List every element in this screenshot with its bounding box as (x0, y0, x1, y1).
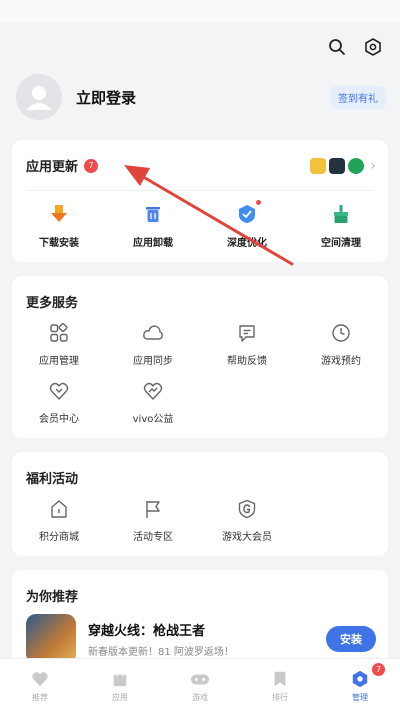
heart-icon (30, 669, 50, 689)
service-label: 会员中心 (39, 414, 79, 425)
service-label: 游戏预约 (321, 356, 361, 367)
welfare-title: 福利活动 (26, 472, 79, 487)
app-sync-button[interactable]: 应用同步 (106, 322, 200, 380)
welfare-grid: 积分商城 活动专区 游戏大会员 (12, 498, 388, 556)
welfare-label: 积分商城 (39, 532, 79, 543)
avatar[interactable] (16, 74, 62, 120)
game-app-icon (26, 614, 76, 664)
optimize-icon (235, 200, 261, 226)
pending-app-icons (310, 157, 365, 174)
charity-heart-icon (142, 380, 164, 402)
more-services-grid: 应用管理 应用同步 帮助反馈 游戏预约 会员中心 vivo公益 (12, 322, 388, 438)
vip-heart-icon (48, 380, 70, 402)
notification-dot (256, 200, 261, 205)
bottom-tab-bar: 推荐 应用 游戏 排行 管理 7 (0, 658, 400, 712)
quick-actions: 下载安装 应用卸载 深度优化 空间清理 (12, 200, 388, 249)
activity-zone-button[interactable]: 活动专区 (106, 498, 200, 556)
flag-icon (142, 498, 164, 520)
tab-manage[interactable]: 管理 7 (320, 659, 400, 712)
quick-action-label: 下载安装 (39, 238, 79, 249)
tab-games[interactable]: 游戏 (160, 659, 240, 712)
apps-grid-icon (48, 322, 70, 344)
app-management-button[interactable]: 应用管理 (12, 322, 106, 380)
chevron-right-icon: › (370, 157, 376, 174)
manage-icon (350, 669, 370, 689)
app-updates-title: 应用更新 (26, 160, 79, 175)
points-mall-button[interactable]: 积分商城 (12, 498, 106, 556)
download-icon (47, 202, 71, 226)
quick-action-label: 应用卸载 (133, 238, 173, 249)
feedback-icon (236, 322, 258, 344)
game-shield-icon (236, 498, 258, 520)
quick-action-label: 深度优化 (227, 238, 267, 249)
game-info: 穿越火线：枪战王者 新春版本更新！81 阿波罗返场！ (88, 620, 234, 658)
broom-icon (329, 202, 353, 226)
profile-row: 立即登录 签到有礼 (16, 72, 386, 122)
status-bar (0, 0, 400, 22)
more-services-title: 更多服务 (26, 296, 79, 311)
vivo-charity-button[interactable]: vivo公益 (106, 380, 200, 438)
service-label: 应用同步 (133, 356, 173, 367)
app-updates-header[interactable]: 应用更新 7 › (26, 156, 376, 175)
tab-label: 游戏 (192, 692, 208, 702)
tab-label: 管理 (352, 692, 368, 702)
app-icon-3 (348, 157, 365, 174)
gamepad-icon (190, 669, 210, 689)
service-label: 应用管理 (39, 356, 79, 367)
bookmark-icon (270, 669, 290, 689)
service-label: vivo公益 (132, 414, 174, 425)
trash-icon (141, 202, 165, 226)
tab-ranking[interactable]: 排行 (240, 659, 320, 712)
tab-apps[interactable]: 应用 (80, 659, 160, 712)
tab-label: 推荐 (32, 692, 48, 702)
service-label: 帮助反馈 (227, 356, 267, 367)
game-reservation-button[interactable]: 游戏预约 (294, 322, 388, 380)
quick-action-label: 空间清理 (321, 238, 361, 249)
recommended-app-row[interactable]: 穿越火线：枪战王者 新春版本更新！81 阿波罗返场！ 安装 (26, 614, 376, 664)
space-clean-button[interactable]: 空间清理 (294, 202, 388, 249)
settings-icon[interactable] (362, 36, 384, 58)
welfare-card: 福利活动 积分商城 活动专区 游戏大会员 (12, 452, 388, 556)
game-vip-button[interactable]: 游戏大会员 (200, 498, 294, 556)
search-icon[interactable] (326, 36, 348, 58)
update-count-badge: 7 (84, 158, 99, 173)
login-link[interactable]: 立即登录 (76, 87, 136, 108)
bag-icon (110, 669, 130, 689)
cloud-sync-icon (142, 322, 164, 344)
welfare-label: 活动专区 (133, 532, 173, 543)
tab-label: 应用 (112, 692, 128, 702)
signin-reward-button[interactable]: 签到有礼 (330, 85, 386, 109)
welfare-label: 游戏大会员 (222, 532, 272, 543)
more-services-card: 更多服务 应用管理 应用同步 帮助反馈 游戏预约 会员中心 vivo公益 (12, 276, 388, 438)
install-button[interactable]: 安装 (326, 626, 376, 652)
game-name: 穿越火线：枪战王者 (88, 624, 206, 639)
recommend-title: 为你推荐 (26, 590, 79, 605)
tab-recommend[interactable]: 推荐 (0, 659, 80, 712)
uninstall-button[interactable]: 应用卸载 (106, 202, 200, 249)
deep-optimize-button[interactable]: 深度优化 (200, 200, 294, 249)
app-icon-2 (329, 157, 346, 174)
house-icon (48, 498, 70, 520)
download-install-button[interactable]: 下载安装 (12, 202, 106, 249)
game-description: 新春版本更新！81 阿波罗返场！ (88, 647, 234, 658)
tab-label: 排行 (272, 692, 288, 702)
help-feedback-button[interactable]: 帮助反馈 (200, 322, 294, 380)
app-updates-card: 应用更新 7 › 下载安装 应用卸载 深度优化 空间清理 (12, 140, 388, 262)
divider (26, 190, 374, 191)
weibo-app-icon (310, 157, 327, 174)
top-toolbar (326, 36, 384, 58)
member-center-button[interactable]: 会员中心 (12, 380, 106, 438)
clock-icon (330, 322, 352, 344)
manage-badge: 7 (372, 663, 385, 676)
